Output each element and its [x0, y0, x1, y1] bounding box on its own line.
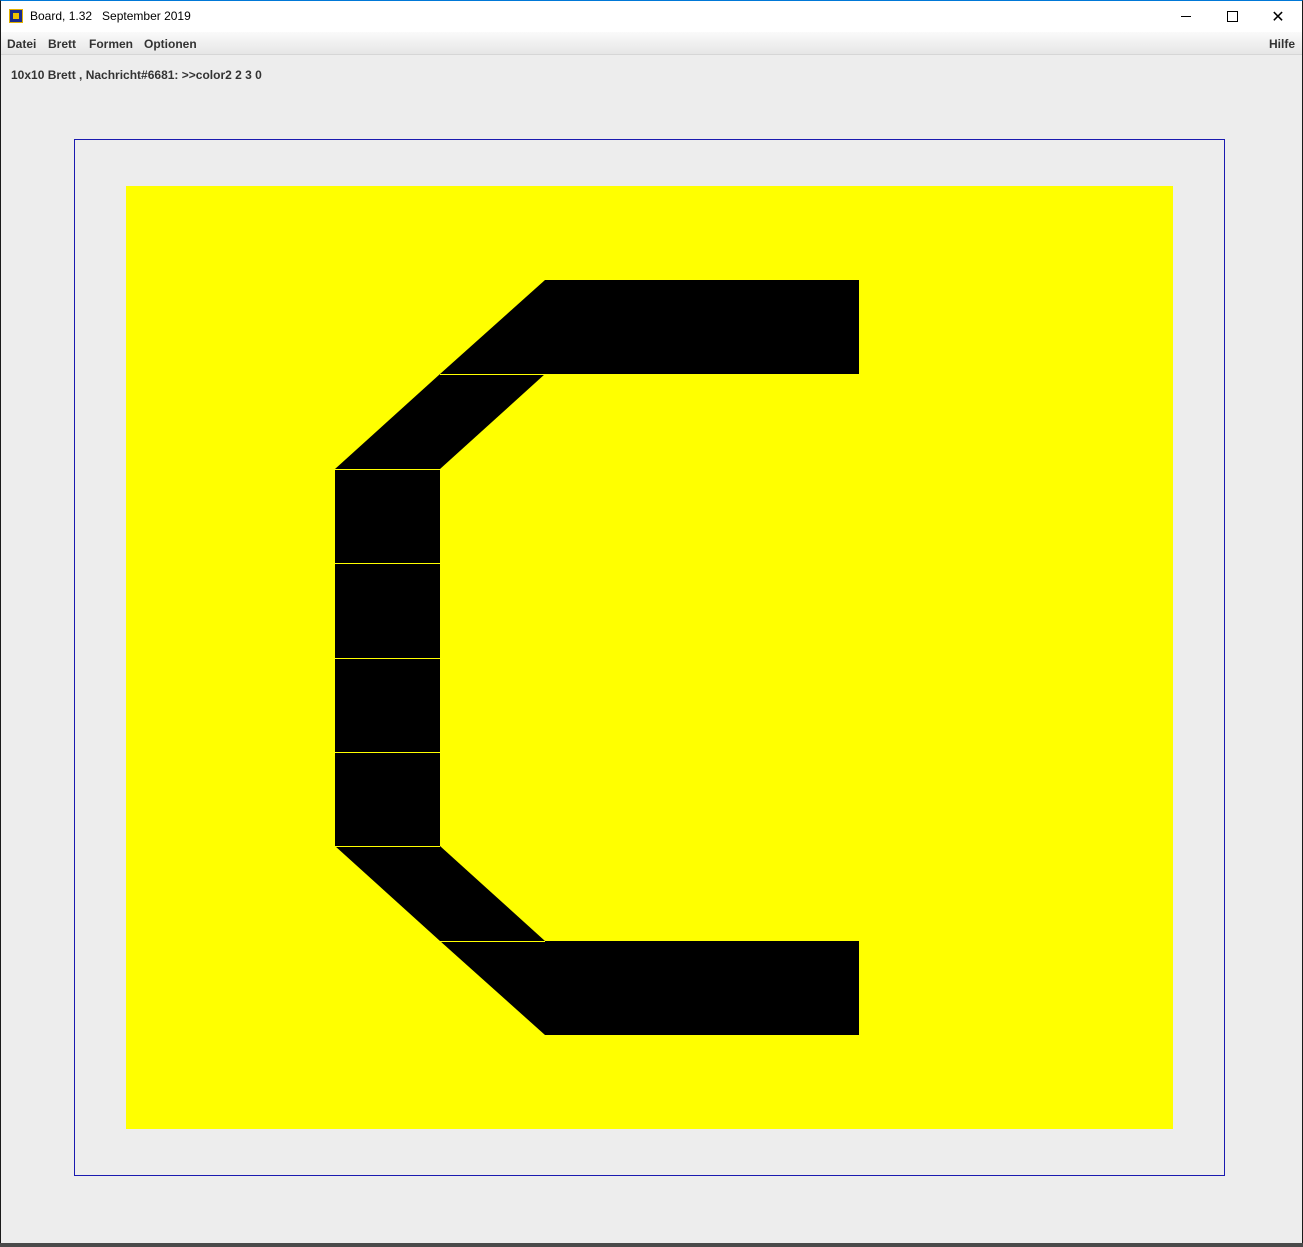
board-cell-vertical-1	[335, 469, 440, 563]
maximize-icon	[1226, 11, 1238, 22]
maximize-button[interactable]	[1209, 1, 1255, 32]
board-cell-bottom-bar	[440, 941, 859, 1035]
board-cell-lower-diagonal	[335, 846, 545, 941]
minimize-button[interactable]	[1163, 1, 1209, 32]
board-cell-upper-diagonal	[335, 374, 545, 469]
board-cell-top-bar	[440, 280, 859, 374]
board-cell-vertical-2	[335, 563, 440, 658]
app-window: Board, 1.32 September 2019 ✕ Datei Brett…	[0, 0, 1303, 1245]
status-message: 10x10 Brett , Nachricht#6681: >>color2 2…	[11, 68, 262, 82]
board-cell-vertical-4	[335, 752, 440, 846]
menu-formen[interactable]: Formen	[89, 37, 133, 51]
menu-hilfe[interactable]: Hilfe	[1269, 37, 1295, 51]
board-canvas[interactable]	[126, 186, 1173, 1129]
board-app-icon[interactable]	[9, 9, 23, 23]
title-bar[interactable]: Board, 1.32 September 2019 ✕	[1, 1, 1302, 32]
minimize-icon	[1181, 16, 1191, 17]
menu-optionen[interactable]: Optionen	[144, 37, 197, 51]
close-icon: ✕	[1271, 6, 1285, 26]
window-title: Board, 1.32 September 2019	[30, 9, 191, 23]
bottom-edge	[0, 1243, 1303, 1247]
menu-brett[interactable]: Brett	[48, 37, 76, 51]
menu-bar: Datei Brett Formen Optionen Hilfe	[1, 32, 1302, 55]
menu-datei[interactable]: Datei	[7, 37, 36, 51]
board-shape	[335, 280, 859, 1035]
close-button[interactable]: ✕	[1255, 1, 1301, 32]
board-cell-vertical-3	[335, 658, 440, 752]
